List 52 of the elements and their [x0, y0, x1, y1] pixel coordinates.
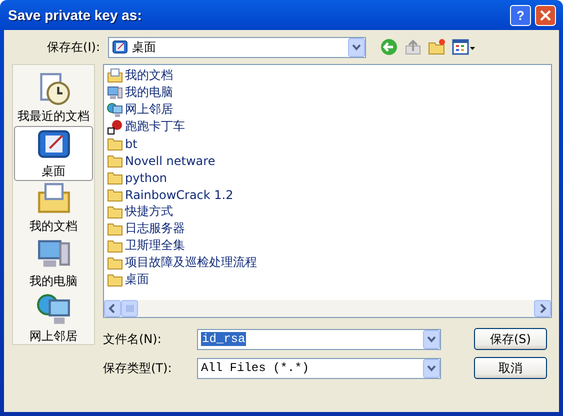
folder-icon: [107, 220, 123, 236]
folder-icon: [107, 272, 123, 288]
file-item[interactable]: RainbowCrack 1.2: [107, 186, 548, 203]
places-item[interactable]: 桌面: [14, 126, 93, 181]
computer-icon: [107, 84, 123, 100]
file-item[interactable]: python: [107, 169, 548, 186]
scroll-left-icon[interactable]: [104, 300, 121, 317]
back-icon[interactable]: [380, 38, 398, 56]
file-item[interactable]: Novell netware: [107, 152, 548, 169]
places-item[interactable]: 网上邻居: [14, 291, 93, 346]
scroll-right-icon[interactable]: [534, 300, 551, 317]
desktop-icon: [112, 39, 128, 55]
file-type-dropdown[interactable]: All Files (*.*): [197, 358, 441, 378]
globe-computer-icon: [107, 102, 123, 118]
desktop-icon: [36, 127, 70, 161]
horizontal-scrollbar[interactable]: [104, 300, 551, 317]
file-name-field[interactable]: id_rsa: [197, 328, 441, 350]
views-menu-icon[interactable]: [452, 38, 476, 56]
globe-computer-icon: [36, 292, 70, 326]
folder-icon: [107, 152, 123, 168]
window-title: Save private key as:: [8, 7, 143, 23]
file-type-label: 保存类型(T):: [103, 360, 173, 376]
save-in-dropdown[interactable]: 桌面: [108, 36, 366, 58]
folder-icon: [107, 136, 123, 152]
places-item[interactable]: 我的电脑: [14, 236, 93, 291]
document-folder-icon: [36, 182, 70, 216]
new-folder-icon[interactable]: [428, 38, 446, 56]
file-item[interactable]: 我的文档: [107, 67, 548, 84]
file-item[interactable]: 卫斯理全集: [107, 237, 548, 254]
file-item[interactable]: 日志服务器: [107, 220, 548, 237]
cancel-button[interactable]: 取消: [474, 357, 547, 379]
file-item[interactable]: 桌面: [107, 271, 548, 288]
scroll-thumb-icon[interactable]: [121, 300, 138, 317]
document-folder-icon: [107, 68, 123, 84]
places-item[interactable]: 我的文档: [14, 181, 93, 236]
file-item[interactable]: 快捷方式: [107, 203, 548, 220]
file-item[interactable]: bt: [107, 135, 548, 152]
save-button[interactable]: 保存(S): [474, 328, 547, 350]
places-item[interactable]: 我最近的文档: [14, 71, 93, 126]
folder-icon: [107, 254, 123, 270]
save-in-label: 保存在(I):: [46, 38, 100, 56]
file-item[interactable]: 网上邻居: [107, 101, 548, 118]
file-item[interactable]: 跑跑卡丁车: [107, 118, 548, 135]
file-name-label: 文件名(N):: [103, 330, 162, 348]
folder-icon: [107, 170, 123, 186]
folder-icon: [107, 186, 123, 202]
help-button[interactable]: ?: [510, 4, 531, 26]
file-item[interactable]: 我的电脑: [107, 84, 548, 101]
folder-icon: [107, 204, 123, 220]
close-icon[interactable]: [535, 4, 556, 26]
file-item[interactable]: 项目故障及巡检处理流程: [107, 254, 548, 271]
folder-icon: [107, 238, 123, 254]
